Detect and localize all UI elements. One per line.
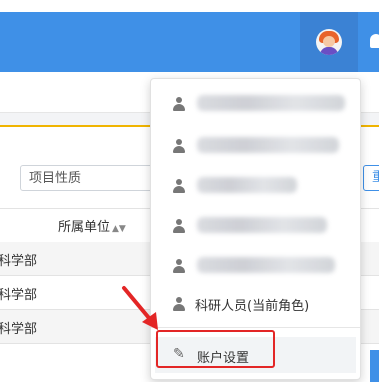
user-menu-toggle[interactable] — [300, 12, 358, 72]
redacted-text — [197, 257, 335, 273]
user-icon — [173, 97, 185, 111]
top-navigation-bar — [0, 12, 379, 72]
role-item-blurred[interactable] — [151, 127, 360, 163]
bell-icon[interactable] — [370, 34, 379, 48]
role-item-current[interactable]: 科研人员(当前角色) — [151, 285, 360, 321]
highlight-box-annotation — [156, 330, 275, 368]
red-arrow-annotation — [122, 286, 158, 330]
redacted-text — [197, 177, 297, 193]
redacted-text — [197, 137, 339, 153]
role-item-blurred[interactable] — [151, 207, 360, 243]
unit-cell: 科学部 — [0, 322, 38, 337]
role-item-blurred[interactable] — [151, 167, 360, 203]
user-icon — [173, 297, 185, 311]
role-item-blurred[interactable] — [151, 247, 360, 283]
redacted-text — [197, 95, 345, 111]
column-header-unit[interactable]: 所属单位 ▲▼ — [58, 216, 126, 235]
user-icon — [173, 219, 185, 233]
reset-button[interactable]: 重 — [363, 165, 379, 191]
user-icon — [173, 139, 185, 153]
role-item-label: 科研人员(当前角色) — [195, 299, 310, 314]
user-icon — [173, 179, 185, 193]
menu-divider — [151, 327, 360, 328]
user-avatar-icon[interactable] — [316, 29, 342, 55]
sort-icon[interactable]: ▲▼ — [112, 224, 126, 234]
unit-cell: 科学部 — [0, 254, 38, 269]
column-header-label: 所属单位 — [58, 220, 111, 235]
unit-cell: 科学部 — [0, 288, 38, 303]
action-button[interactable] — [370, 350, 379, 382]
redacted-text — [197, 217, 327, 233]
role-item-blurred[interactable] — [151, 85, 360, 121]
user-icon — [173, 259, 185, 273]
project-nature-input[interactable]: 项目性质 — [20, 165, 155, 191]
